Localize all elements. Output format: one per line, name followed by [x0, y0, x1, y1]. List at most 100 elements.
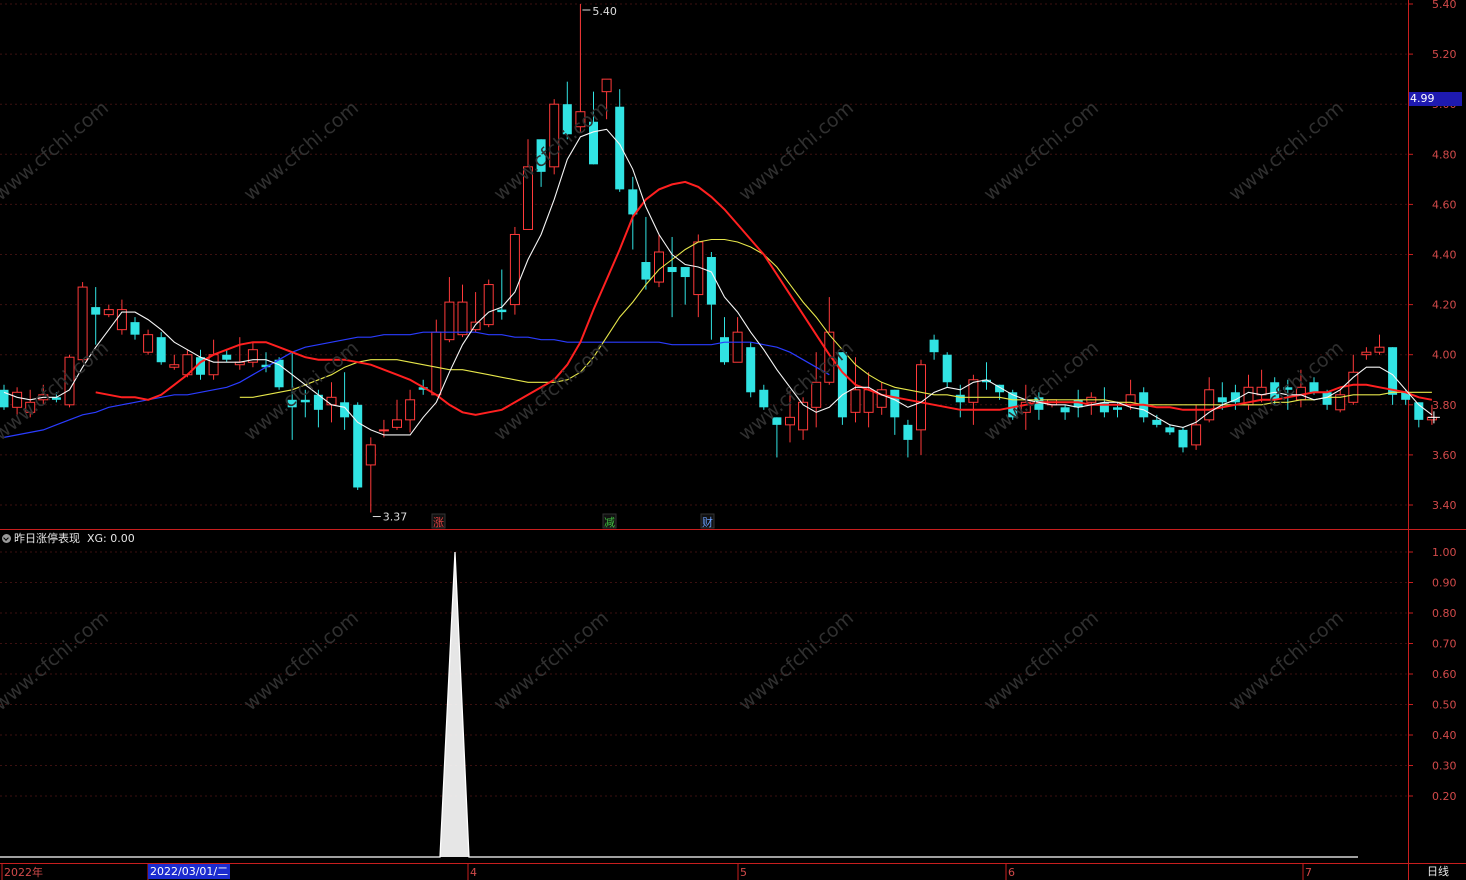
indicator-tick-label: 0.90 [1432, 577, 1457, 590]
candle [91, 287, 101, 345]
candle-body [25, 401, 36, 413]
cursor-date-label: 2022/03/01/二 [148, 864, 231, 879]
price-tick-label: 3.60 [1432, 449, 1457, 462]
candle-body [1113, 407, 1122, 410]
candle [38, 384, 49, 405]
candle [1295, 369, 1306, 408]
candle [523, 139, 533, 230]
candle [863, 372, 874, 428]
candle [287, 352, 297, 440]
candle-body [1388, 347, 1398, 395]
candle-body [589, 121, 598, 165]
candle [1388, 347, 1398, 405]
candle [929, 334, 939, 360]
ma20-line [239, 238, 1432, 406]
candle-body [208, 354, 219, 376]
indicator-tick-label: 0.80 [1432, 607, 1457, 620]
time-label: 4 [470, 866, 477, 879]
price-tick-label: 4.40 [1432, 249, 1457, 262]
candle-body [378, 429, 389, 432]
candle [785, 392, 795, 443]
candle [1060, 404, 1070, 420]
candle [457, 284, 468, 338]
price-tick-label: 4.20 [1432, 299, 1457, 312]
candle [916, 359, 926, 455]
candle-body [300, 399, 310, 403]
candle [405, 389, 416, 433]
candle-body [720, 337, 729, 363]
candle-body [850, 389, 861, 413]
indicator-tick-label: 0.20 [1432, 790, 1457, 803]
high-price-label: 5.40 [592, 5, 617, 18]
stock-chart-app: 5.405.205.004.804.604.404.204.003.803.60… [0, 0, 1466, 880]
candle-body [785, 416, 795, 426]
candle [470, 292, 481, 333]
candlestick-chart[interactable]: 5.405.205.004.804.604.404.204.003.803.60… [0, 0, 1466, 880]
event-marker-label: 财 [702, 515, 713, 529]
candle [1165, 424, 1175, 435]
event-marker: 财 [700, 513, 715, 529]
low-price-label: 3.37 [383, 511, 408, 524]
candle-body [91, 307, 101, 315]
ma60-line [3, 331, 830, 438]
price-tick-label: 4.60 [1432, 198, 1457, 211]
candle-body [942, 354, 952, 383]
candle-body [12, 391, 23, 408]
candle-body [1283, 387, 1293, 390]
indicator-tick-label: 0.60 [1432, 668, 1457, 681]
candle [1361, 347, 1372, 360]
candle-body [903, 424, 913, 440]
indicator-name: 昨日涨停表现 [14, 532, 80, 545]
candle [903, 419, 913, 458]
price-tick-label: 3.40 [1432, 499, 1457, 512]
candle [837, 352, 847, 425]
period-label[interactable]: 日线 [1410, 863, 1466, 880]
candle [575, 4, 586, 132]
candle [1374, 334, 1385, 355]
price-tick-label: 5.20 [1432, 48, 1457, 61]
candle-body [130, 322, 140, 335]
indicator-title[interactable]: 昨日涨停表现 XG: 0.00 [0, 530, 135, 547]
time-label: 2022年 [4, 865, 43, 879]
candle [509, 226, 520, 315]
time-label: 6 [1008, 866, 1015, 879]
candle [680, 267, 690, 305]
candle [1191, 404, 1202, 450]
candle [300, 389, 310, 418]
candle [64, 354, 75, 408]
candle-body [863, 389, 874, 413]
candle-body [77, 286, 88, 361]
candle-body [392, 419, 402, 428]
indicator-tick-label: 1.00 [1432, 546, 1457, 559]
candle-body [1191, 424, 1202, 446]
candle-body [759, 389, 769, 408]
candle [77, 282, 88, 363]
candle [1335, 389, 1346, 413]
candle-body [353, 404, 363, 488]
collapse-icon[interactable] [2, 534, 11, 543]
candle-body [1270, 382, 1280, 400]
candle-body [549, 103, 560, 168]
candle [103, 304, 114, 318]
candle-body [916, 364, 926, 431]
candle-body [365, 444, 376, 466]
xg-indicator-line [0, 551, 1358, 858]
candle-body [1374, 346, 1385, 353]
candle-body [641, 262, 651, 280]
candle [12, 387, 23, 415]
candle [732, 317, 743, 363]
xg-spike [440, 552, 469, 857]
candle [483, 279, 494, 328]
ma10-line [95, 180, 1433, 416]
price-tick-label: 4.00 [1432, 349, 1457, 362]
indicator-tick-label: 0.40 [1432, 729, 1457, 742]
candle [601, 78, 612, 120]
indicator-tick-label: 0.70 [1432, 638, 1457, 651]
candle-body [103, 309, 114, 316]
candle [798, 397, 809, 440]
candle [365, 437, 376, 513]
candle-body [483, 284, 494, 326]
candle-body [156, 337, 166, 363]
candle [982, 362, 991, 390]
candle-body [562, 104, 572, 135]
